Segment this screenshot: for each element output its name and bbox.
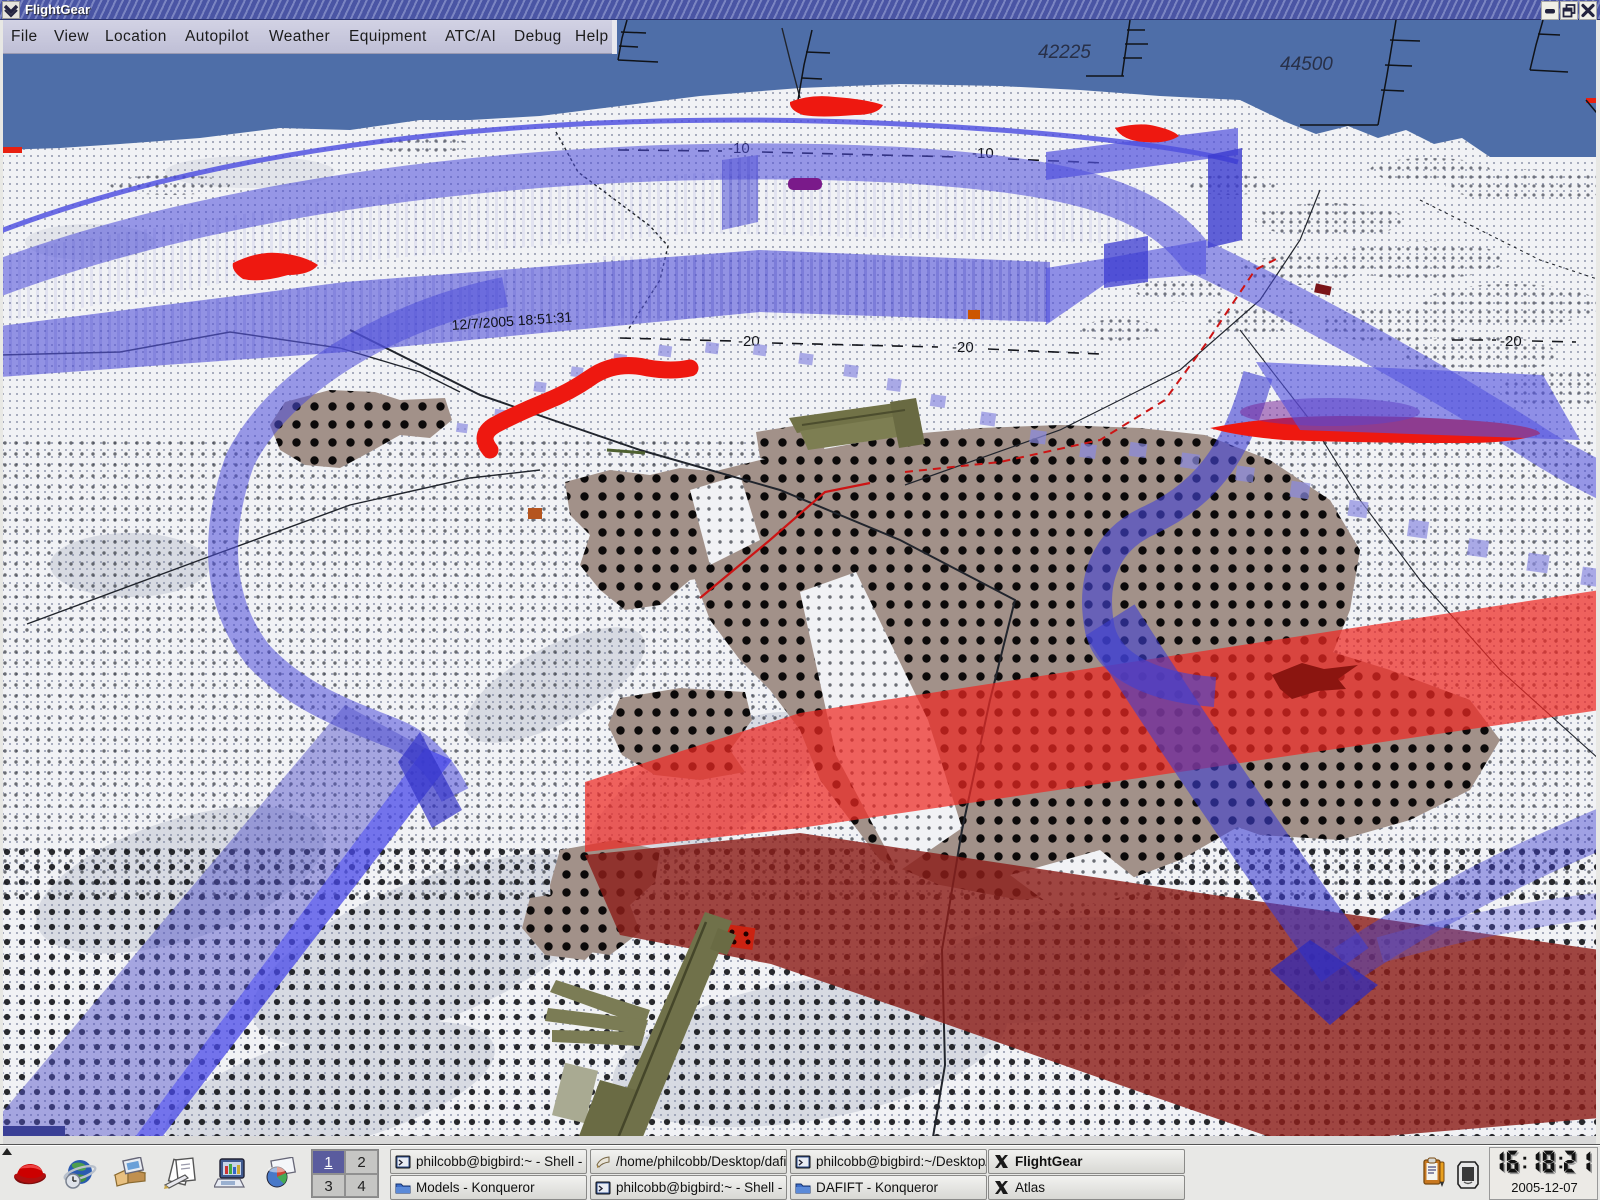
svg-text:-20: -20	[952, 339, 974, 356]
svg-text:-20: -20	[1500, 333, 1522, 350]
svg-text:42225: 42225	[1038, 42, 1091, 63]
svg-text:44500: 44500	[1280, 54, 1333, 75]
